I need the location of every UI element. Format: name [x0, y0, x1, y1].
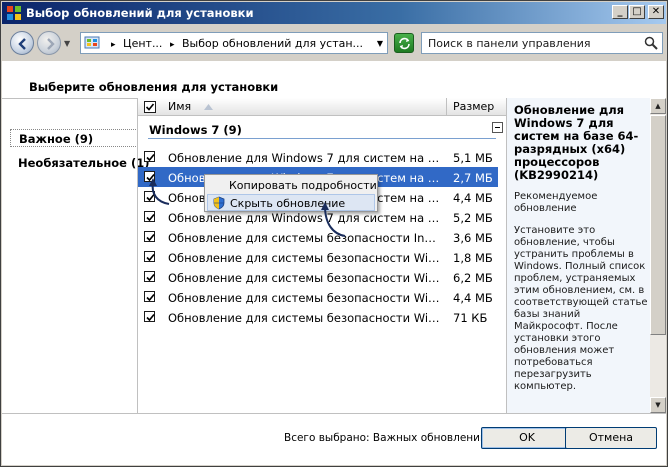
breadcrumb: ▸ Цент... ▸ Выбор обновлений для устан..…: [107, 37, 363, 50]
refresh-icon: [399, 37, 410, 50]
update-name: Обновление для Windows 7 для систем на б…: [168, 211, 440, 225]
column-name-header[interactable]: Имя: [168, 100, 191, 113]
history-dropdown-icon[interactable]: ▼: [64, 39, 70, 48]
cursor-arrow-icon: [149, 178, 170, 205]
update-checkbox[interactable]: [144, 251, 155, 262]
window-title: Выбор обновлений для установки: [26, 6, 254, 20]
column-separator[interactable]: [446, 98, 447, 116]
breadcrumb-item-current[interactable]: Выбор обновлений для устан...: [182, 37, 363, 50]
group-divider: [148, 138, 496, 139]
shield-icon: [213, 196, 225, 210]
search-input[interactable]: Поиск в панели управления: [421, 32, 663, 54]
details-pane: Обновление для Windows 7 для систем на б…: [506, 98, 666, 413]
windows-update-icon: [7, 6, 21, 20]
update-size: 4,4 МБ: [453, 291, 493, 305]
search-placeholder: Поиск в панели управления: [428, 37, 591, 50]
update-size: 5,1 МБ: [453, 151, 493, 165]
menu-item-copy-details[interactable]: Копировать подробности: [207, 177, 377, 194]
update-size: 5,2 МБ: [453, 211, 493, 225]
update-name: Обновление для системы безопасности Wind…: [168, 251, 440, 265]
menu-item-hide-update[interactable]: Скрыть обновление: [207, 194, 375, 211]
back-button[interactable]: [10, 31, 34, 55]
checkmark-icon: [146, 213, 155, 222]
address-bar[interactable]: ▸ Цент... ▸ Выбор обновлений для устан..…: [80, 32, 388, 54]
update-checkbox[interactable]: [144, 211, 155, 222]
search-icon[interactable]: [644, 36, 658, 50]
update-size: 71 КБ: [453, 311, 488, 325]
checkmark-icon: [146, 273, 155, 282]
checkmark-icon: [146, 253, 155, 262]
update-checkbox[interactable]: [144, 231, 155, 242]
ok-button[interactable]: OK: [481, 427, 573, 449]
navigation-bar: ▼ ▸ Цент... ▸ Выбор обновлений для устан…: [2, 25, 666, 61]
update-row[interactable]: Обновление для системы безопасности Wind…: [138, 287, 498, 307]
update-row[interactable]: Обновление для системы безопасности Wind…: [138, 307, 498, 327]
cursor-arrow-icon: [321, 202, 346, 237]
group-header: Windows 7 (9): [149, 123, 242, 137]
context-menu: Копировать подробности Скрыть обновление: [204, 174, 378, 212]
update-name: Обновление для системы безопасности Wind…: [168, 291, 440, 305]
update-size: 2,7 МБ: [453, 171, 493, 185]
back-arrow-icon: [18, 38, 26, 50]
breadcrumb-item-center[interactable]: Цент...: [123, 37, 162, 50]
column-header: Имя Размер: [138, 98, 507, 116]
update-size: 3,6 МБ: [453, 231, 493, 245]
checkmark-icon: [146, 293, 155, 302]
update-checkbox[interactable]: [144, 271, 155, 282]
details-description: Установите это обновление, чтобы устрани…: [514, 225, 648, 392]
main-content: Выберите обновления для установки Важное…: [2, 61, 666, 465]
update-checkbox[interactable]: [144, 311, 155, 322]
category-important[interactable]: Важное (9): [10, 129, 138, 147]
update-checkbox[interactable]: [144, 291, 155, 302]
page-heading: Выберите обновления для установки: [29, 80, 279, 94]
forward-button[interactable]: [37, 31, 61, 55]
scroll-thumb[interactable]: [650, 115, 666, 335]
details-title: Обновление для Windows 7 для систем на б…: [514, 103, 639, 182]
sort-ascending-icon: [204, 104, 213, 110]
checkmark-icon: [146, 313, 155, 322]
update-row[interactable]: Обновление для системы безопасности Wind…: [138, 267, 498, 287]
update-row[interactable]: Обновление для Windows 7 для систем на б…: [138, 147, 498, 167]
minimize-button[interactable]: _: [612, 5, 628, 19]
update-selection-window: Выбор обновлений для установки _ □ ✕ ▼ ▸…: [0, 0, 668, 467]
cancel-button[interactable]: Отмена: [565, 427, 657, 449]
details-scrollbar[interactable]: ▲ ▼: [650, 98, 666, 413]
update-name: Обновление для системы безопасности Inte…: [168, 231, 440, 245]
control-panel-icon: [84, 36, 100, 49]
update-name: Обновление для Windows 7 для систем на б…: [168, 151, 440, 165]
divider: [2, 413, 666, 414]
column-size-header[interactable]: Размер: [453, 100, 494, 113]
close-button[interactable]: ✕: [648, 5, 664, 19]
update-size: 4,4 МБ: [453, 191, 493, 205]
update-size: 6,2 МБ: [453, 271, 493, 285]
address-dropdown-icon[interactable]: ▼: [377, 39, 383, 48]
checkmark-icon: [146, 153, 155, 162]
maximize-button[interactable]: □: [629, 5, 645, 19]
collapse-group-button[interactable]: [492, 122, 503, 133]
update-name: Обновление для системы безопасности Wind…: [168, 311, 440, 325]
selection-summary: Всего выбрано: Важных обновлений: 9: [284, 432, 501, 444]
breadcrumb-separator-icon[interactable]: ▸: [166, 40, 179, 50]
scroll-up-icon[interactable]: ▲: [650, 98, 666, 114]
title-bar: Выбор обновлений для установки _ □ ✕: [2, 2, 666, 24]
update-size: 1,8 МБ: [453, 251, 493, 265]
update-row[interactable]: Обновление для системы безопасности Inte…: [138, 227, 498, 247]
breadcrumb-separator-icon[interactable]: ▸: [107, 40, 120, 50]
checkmark-icon: [146, 233, 155, 242]
refresh-button[interactable]: [394, 33, 414, 53]
update-list: Имя Размер Windows 7 (9) Обновление для …: [137, 98, 507, 413]
details-type: Рекомендуемое обновление: [514, 191, 598, 214]
category-optional[interactable]: Необязательное (1): [10, 154, 150, 172]
update-checkbox[interactable]: [144, 151, 155, 162]
menu-item-label: Копировать подробности: [229, 179, 377, 192]
update-name: Обновление для системы безопасности Wind…: [168, 271, 440, 285]
update-row[interactable]: Обновление для системы безопасности Wind…: [138, 247, 498, 267]
select-all-checkbox[interactable]: [144, 101, 156, 116]
scroll-down-icon[interactable]: ▼: [650, 397, 666, 413]
forward-arrow-icon: [47, 38, 55, 50]
